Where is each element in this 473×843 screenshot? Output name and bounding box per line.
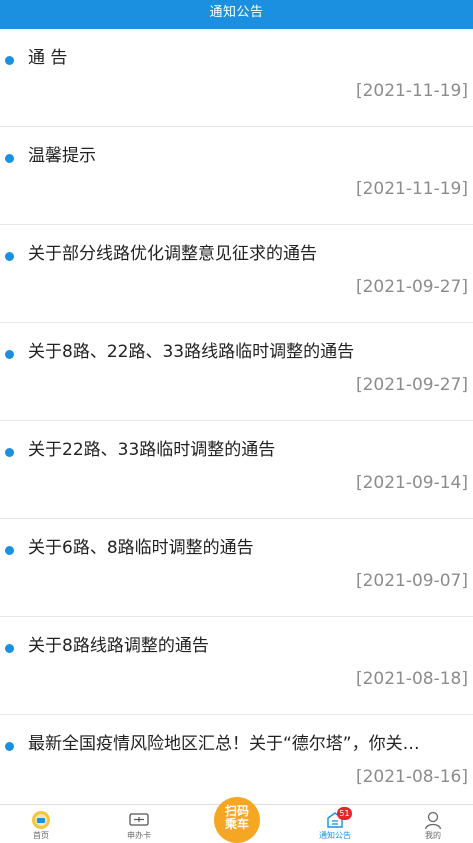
notice-title: 关于部分线路优化调整意见征求的通告: [28, 244, 317, 264]
tab-home[interactable]: 首页: [11, 805, 71, 840]
notice-item[interactable]: 通 告 [2021-11-19]: [0, 29, 473, 127]
notice-title: 关于22路、33路临时调整的通告: [28, 440, 276, 460]
bullet-dot-icon: [5, 546, 14, 555]
notice-date: [2021-08-18]: [355, 669, 468, 689]
bullet-dot-icon: [5, 644, 14, 653]
notice-date: [2021-09-14]: [355, 473, 468, 493]
tab-mine[interactable]: 我的: [403, 805, 463, 840]
notice-item[interactable]: 关于8路、22路、33路线路临时调整的通告 [2021-09-27]: [0, 323, 473, 421]
card-icon: [129, 810, 149, 832]
notice-item[interactable]: 温馨提示 [2021-11-19]: [0, 127, 473, 225]
notice-date: [2021-09-27]: [355, 375, 468, 395]
notice-item[interactable]: 关于部分线路优化调整意见征求的通告 [2021-09-27]: [0, 225, 473, 323]
page-header: 通知公告: [0, 0, 473, 29]
notice-date: [2021-08-16]: [355, 767, 468, 787]
notice-title: 最新全国疫情风险地区汇总！关于“德尔塔”，你关…: [28, 734, 420, 754]
notice-count-badge: 51: [337, 807, 352, 820]
scan-ride-label-line2: 乘车: [224, 817, 249, 831]
bullet-dot-icon: [5, 448, 14, 457]
notice-title: 通 告: [28, 48, 68, 68]
notice-date: [2021-11-19]: [355, 179, 468, 199]
bullet-dot-icon: [5, 350, 14, 359]
notice-title: 温馨提示: [28, 146, 96, 166]
notice-title: 关于8路、22路、33路线路临时调整的通告: [28, 342, 355, 362]
bullet-dot-icon: [5, 252, 14, 261]
notice-item[interactable]: 关于22路、33路临时调整的通告 [2021-09-14]: [0, 421, 473, 519]
notice-date: [2021-09-27]: [355, 277, 468, 297]
notice-item[interactable]: 关于6路、8路临时调整的通告 [2021-09-07]: [0, 519, 473, 617]
tab-card[interactable]: 申办卡: [109, 805, 169, 840]
notice-date: [2021-09-07]: [355, 571, 468, 591]
page-title: 通知公告: [209, 5, 264, 20]
scan-ride-button[interactable]: 扫码 乘车: [214, 797, 260, 843]
notice-list: 通 告 [2021-11-19] 温馨提示 [2021-11-19] 关于部分线…: [0, 29, 473, 813]
bullet-dot-icon: [5, 742, 14, 751]
notice-title: 关于6路、8路临时调整的通告: [28, 538, 254, 558]
notice-item[interactable]: 关于8路线路调整的通告 [2021-08-18]: [0, 617, 473, 715]
notice-title: 关于8路线路调整的通告: [28, 636, 209, 656]
bullet-dot-icon: [5, 56, 14, 65]
notice-date: [2021-11-19]: [355, 81, 468, 101]
bullet-dot-icon: [5, 154, 14, 163]
tab-notice[interactable]: 通知公告: [305, 805, 365, 840]
